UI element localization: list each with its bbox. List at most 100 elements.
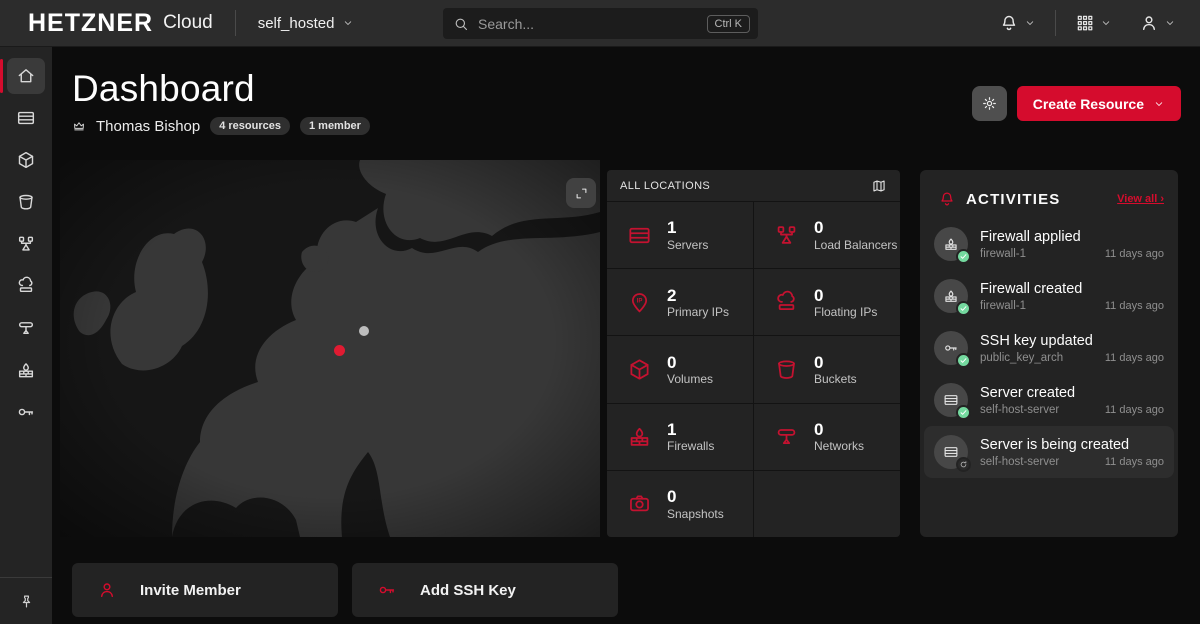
stat-label: Firewalls <box>667 439 714 453</box>
stat-value: 0 <box>667 353 713 373</box>
activity-title: Firewall applied <box>980 229 1164 245</box>
activity-item[interactable]: SSH key updated public_key_arch 11 days … <box>924 322 1174 374</box>
hetzner-cloud-dashboard: HETZNER Cloud self_hosted Ctrl K <box>0 0 1200 624</box>
apps-menu-button[interactable] <box>1071 9 1116 37</box>
sidebar-item-ssh-keys[interactable] <box>0 394 52 430</box>
activities-header: ACTIVITIES View all › <box>924 176 1174 218</box>
stat-firewalls[interactable]: 1 Firewalls <box>607 404 753 470</box>
stat-value: 0 <box>814 353 857 373</box>
sidebar-item-networks[interactable] <box>0 310 52 346</box>
activity-avatar <box>934 227 968 261</box>
activity-time: 11 days ago <box>1105 300 1164 312</box>
bell-icon <box>999 13 1019 33</box>
stat-value: 1 <box>667 420 714 440</box>
notifications-button[interactable] <box>995 9 1040 37</box>
activity-avatar <box>934 383 968 417</box>
account-menu-button[interactable] <box>1135 9 1180 37</box>
chevron-down-icon <box>342 17 354 29</box>
stat-load-balancers[interactable]: 0 Load Balancers <box>754 202 900 268</box>
sidebar-item-load-balancers[interactable] <box>0 226 52 262</box>
user-icon <box>1139 13 1159 33</box>
stat-floating-ips[interactable]: 0 Floating IPs <box>754 269 900 335</box>
invite-member-label: Invite Member <box>140 582 241 599</box>
success-check-icon <box>956 301 971 316</box>
resources-badge: 4 resources <box>210 117 290 135</box>
sidebar <box>0 47 52 624</box>
topbar-divider <box>1055 10 1056 36</box>
firewall-icon <box>16 360 36 380</box>
activity-subtitle: firewall-1 <box>980 248 1105 260</box>
locations-map[interactable] <box>60 160 600 537</box>
activity-time: 11 days ago <box>1105 456 1164 468</box>
stat-buckets[interactable]: 0 Buckets <box>754 336 900 402</box>
members-badge: 1 member <box>300 117 370 135</box>
stat-empty-cell <box>754 471 900 537</box>
activity-title: Server is being created <box>980 437 1164 453</box>
search-input[interactable] <box>478 16 707 32</box>
project-meta: Thomas Bishop 4 resources 1 member <box>72 117 370 135</box>
activity-subtitle: self-host-server <box>980 404 1105 416</box>
sidebar-item-floating-ips[interactable] <box>0 268 52 304</box>
activity-time: 11 days ago <box>1105 404 1164 416</box>
load-balancer-icon <box>16 234 36 254</box>
location-marker-red[interactable] <box>334 345 345 356</box>
activity-item[interactable]: Firewall created firewall-1 11 days ago <box>924 270 1174 322</box>
hetzner-logo[interactable]: HETZNER <box>28 9 153 38</box>
home-icon <box>16 66 36 86</box>
stat-label: Buckets <box>814 372 857 386</box>
resource-stats-panel: ALL LOCATIONS 1 Servers 0 Load Balancers… <box>607 170 900 537</box>
sidebar-item-volumes[interactable] <box>0 142 52 178</box>
stat-servers[interactable]: 1 Servers <box>607 202 753 268</box>
activity-subtitle: firewall-1 <box>980 300 1105 312</box>
create-resource-label: Create Resource <box>1033 96 1144 112</box>
search-bar[interactable]: Ctrl K <box>443 8 758 39</box>
activity-item[interactable]: Firewall applied firewall-1 11 days ago <box>924 218 1174 270</box>
pin-sidebar-button[interactable] <box>18 593 35 610</box>
add-ssh-key-label: Add SSH Key <box>420 582 516 599</box>
sidebar-item-servers[interactable] <box>0 100 52 136</box>
expand-icon <box>574 186 589 201</box>
owner-name: Thomas Bishop <box>96 118 200 135</box>
topbar: HETZNER Cloud self_hosted Ctrl K <box>0 0 1200 47</box>
key-icon <box>943 340 959 356</box>
stat-snapshots[interactable]: 0 Snapshots <box>607 471 753 537</box>
stat-volumes[interactable]: 0 Volumes <box>607 336 753 402</box>
activity-time: 11 days ago <box>1105 352 1164 364</box>
stat-primary-ips[interactable]: 2 Primary IPs <box>607 269 753 335</box>
success-check-icon <box>956 405 971 420</box>
location-marker-gray[interactable] <box>359 326 369 336</box>
add-ssh-key-button[interactable]: Add SSH Key <box>352 563 618 617</box>
activity-item[interactable]: Server created self-host-server 11 days … <box>924 374 1174 426</box>
volume-cube-icon <box>16 150 36 170</box>
view-all-link[interactable]: View all › <box>1117 193 1164 205</box>
gear-icon <box>981 95 998 112</box>
activity-item[interactable]: Server is being created self-host-server… <box>924 426 1174 478</box>
network-icon <box>16 318 36 338</box>
stat-value: 0 <box>667 487 724 507</box>
activity-title: Server created <box>980 385 1164 401</box>
stat-networks[interactable]: 0 Networks <box>754 404 900 470</box>
sidebar-item-buckets[interactable] <box>0 184 52 220</box>
all-locations-label: ALL LOCATIONS <box>620 180 710 192</box>
stat-value: 0 <box>814 286 877 306</box>
sidebar-item-home[interactable] <box>0 58 52 94</box>
snapshot-camera-icon <box>627 491 652 516</box>
bucket-icon <box>16 192 36 212</box>
map-icon[interactable] <box>871 178 887 194</box>
stat-label: Load Balancers <box>814 238 897 252</box>
person-icon <box>97 580 117 600</box>
settings-button[interactable] <box>972 86 1007 121</box>
floating-ip-icon <box>774 290 799 315</box>
activity-avatar <box>934 435 968 469</box>
sidebar-item-firewalls[interactable] <box>0 352 52 388</box>
invite-member-button[interactable]: Invite Member <box>72 563 338 617</box>
project-name: self_hosted <box>258 15 335 32</box>
header-actions: Create Resource <box>972 86 1181 121</box>
create-resource-button[interactable]: Create Resource <box>1017 86 1181 121</box>
project-selector[interactable]: self_hosted <box>258 15 355 32</box>
stat-label: Primary IPs <box>667 305 729 319</box>
key-icon <box>377 580 397 600</box>
server-icon <box>943 392 959 408</box>
expand-map-button[interactable] <box>566 178 596 208</box>
load-balancer-icon <box>774 223 799 248</box>
